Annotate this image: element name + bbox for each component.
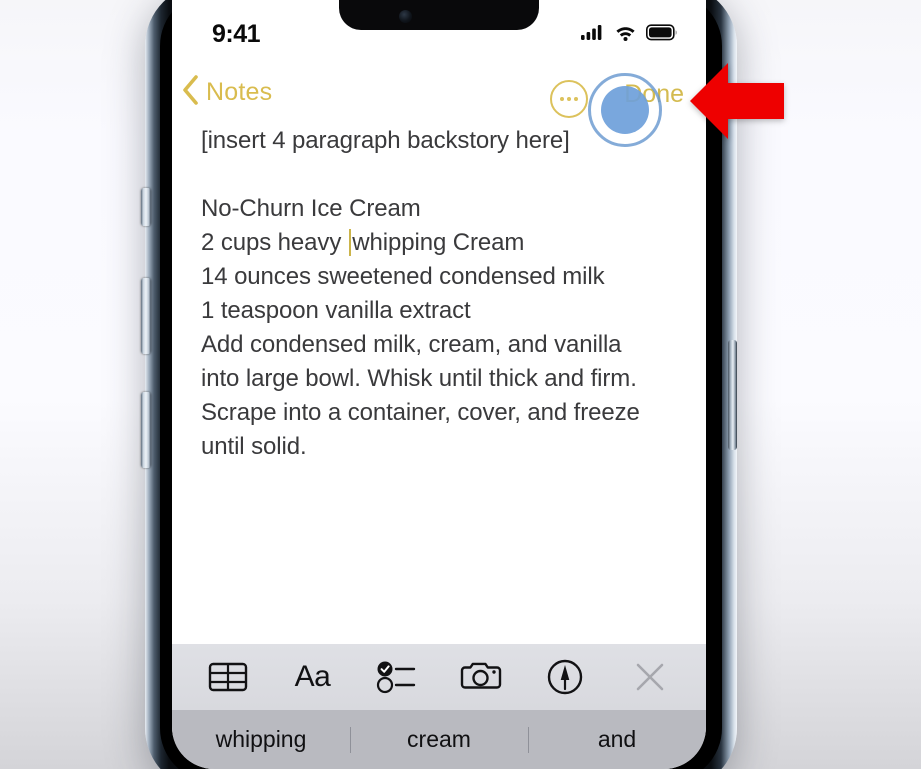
note-line: until solid.: [201, 433, 307, 460]
volume-down-button[interactable]: [141, 392, 151, 468]
suggestion-item[interactable]: whipping: [172, 726, 350, 753]
suggestion-item[interactable]: and: [528, 726, 706, 753]
note-line-text-after-caret: whipping Cream: [352, 229, 525, 256]
markup-pen-icon[interactable]: [537, 652, 593, 702]
power-button[interactable]: [728, 340, 737, 450]
suggestion-item[interactable]: cream: [350, 726, 528, 753]
note-line: 1 teaspoon vanilla extract: [201, 297, 471, 324]
ellipsis-dot: [574, 97, 578, 101]
back-to-notes-button[interactable]: Notes: [180, 74, 272, 111]
cellular-signal-icon: [581, 24, 605, 46]
chevron-left-icon: [180, 74, 200, 111]
format-text-label: Aa: [294, 660, 331, 693]
camera-icon[interactable]: [453, 652, 509, 702]
status-time: 9:41: [212, 20, 261, 48]
screenshot-stage: 9:41 Notes Done [insert 4 paragraph back…: [0, 0, 921, 769]
note-line: Scrape into a container, cover, and free…: [201, 399, 640, 426]
navigation-bar: Notes Done: [172, 68, 706, 124]
note-line: [insert 4 paragraph backstory here]: [201, 127, 570, 154]
ellipsis-circle-icon[interactable]: [550, 80, 588, 118]
front-camera-icon: [399, 10, 412, 23]
silent-switch-button[interactable]: [141, 188, 151, 226]
table-icon[interactable]: [200, 652, 256, 702]
ellipsis-dot: [560, 97, 564, 101]
done-button[interactable]: Done: [624, 80, 684, 109]
ellipsis-dot: [567, 97, 571, 101]
format-text-icon[interactable]: Aa: [284, 652, 340, 702]
phone-screen: 9:41 Notes Done [insert 4 paragraph back…: [172, 0, 706, 769]
back-button-label: Notes: [206, 78, 273, 106]
wifi-icon: [614, 24, 637, 46]
battery-icon: [646, 24, 678, 46]
note-line: Add condensed milk, cream, and vanilla: [201, 331, 622, 358]
note-line: 14 ounces sweetened condensed milk: [201, 263, 605, 290]
note-line-text-before-caret: 2 cups heavy: [201, 229, 348, 256]
note-text-area[interactable]: [insert 4 paragraph backstory here] No-C…: [172, 124, 706, 464]
text-caret: [348, 229, 352, 256]
checklist-icon[interactable]: [369, 652, 425, 702]
status-indicators: [581, 24, 678, 46]
volume-up-button[interactable]: [141, 278, 151, 354]
note-line: No-Churn Ice Cream: [201, 195, 421, 222]
annotation-arrow-icon: [688, 55, 786, 147]
note-line-with-caret: 2 cups heavy whipping Cream: [201, 226, 680, 260]
note-line-blank: [201, 158, 680, 192]
predictive-text-bar: whipping cream and: [172, 710, 706, 769]
note-editing-toolbar: Aa: [172, 644, 706, 710]
close-icon[interactable]: [622, 652, 678, 702]
display-notch: [339, 0, 539, 30]
note-line: into large bowl. Whisk until thick and f…: [201, 365, 637, 392]
